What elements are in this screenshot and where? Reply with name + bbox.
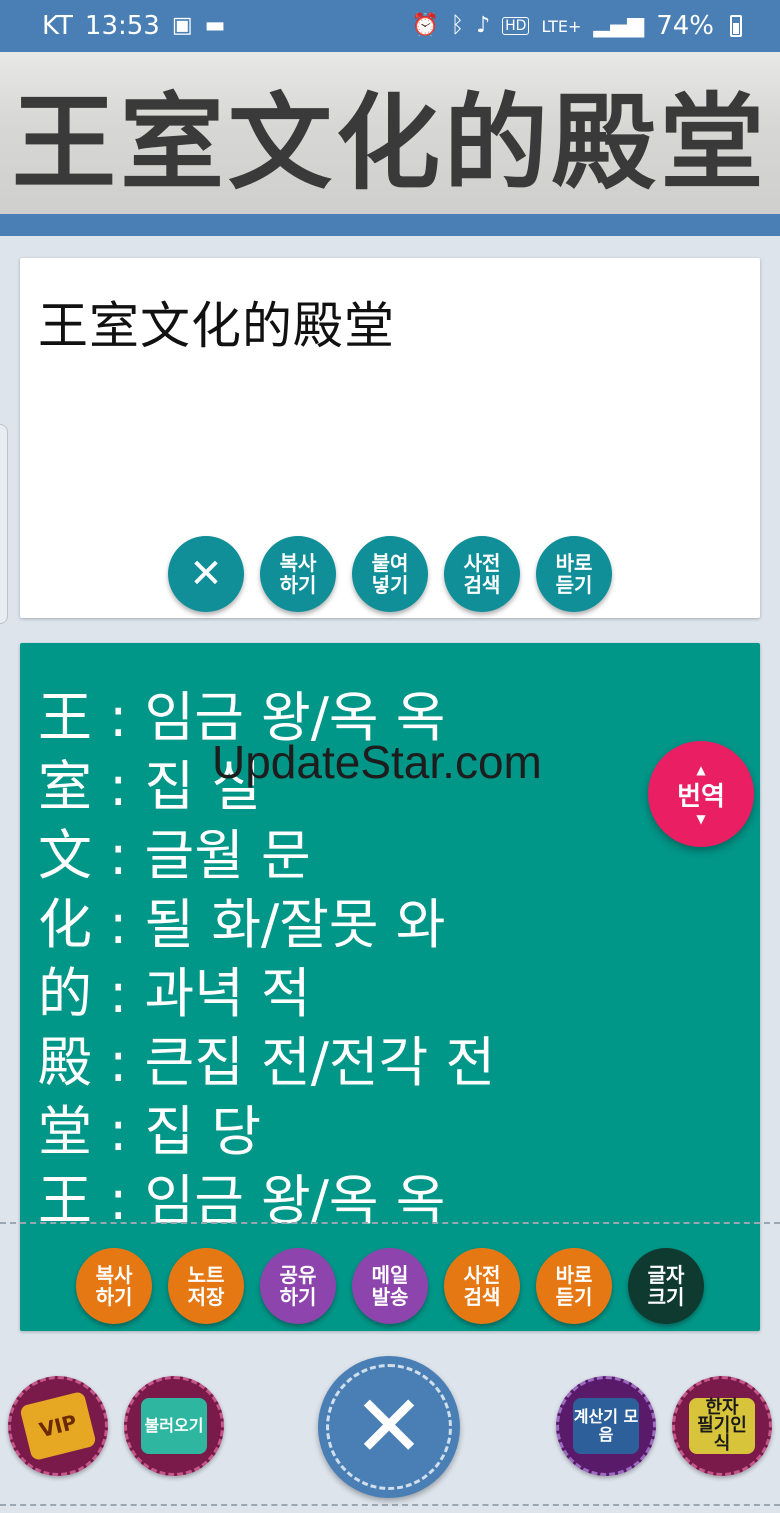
list-item: 文 : 글월 문: [38, 824, 311, 887]
handwriting-recognition-button[interactable]: 한자 필기인식: [672, 1376, 772, 1476]
network-type: LTE+: [541, 16, 582, 36]
input-action-bar: ✕ 복사 하기 붙여 넣기 사전 검색 바로 듣기: [168, 536, 612, 612]
chevron-down-icon: ▼: [696, 811, 706, 826]
calculator-collection-button[interactable]: 계산기 모음: [556, 1376, 656, 1476]
save-note-button[interactable]: 노트 저장: [168, 1248, 244, 1324]
clock: 13:53: [84, 11, 160, 41]
result-dictionary-search-button[interactable]: 사전 검색: [444, 1248, 520, 1324]
mute-icon: ♪: [476, 13, 491, 38]
clear-button[interactable]: ✕: [168, 536, 244, 612]
alarm-icon: ⏰: [411, 13, 439, 38]
listen-button[interactable]: 바로 듣기: [536, 536, 612, 612]
list-item: 堂 : 집 당: [38, 1100, 262, 1163]
load-image-button[interactable]: 불러오기: [124, 1376, 224, 1476]
vip-button[interactable]: VIP: [8, 1376, 108, 1476]
message-icon: ▬: [204, 13, 226, 38]
recognized-text-card[interactable]: 王室文化的殿堂 ✕ 복사 하기 붙여 넣기 사전 검색 바로 듣기: [20, 258, 760, 618]
captured-image[interactable]: 王室文化的殿堂: [0, 52, 780, 214]
font-size-button[interactable]: 글자 크기: [628, 1248, 704, 1324]
calc-label: 계산기 모음: [573, 1398, 639, 1454]
image-icon: ▣: [171, 13, 193, 38]
close-icon: ✕: [352, 1377, 426, 1477]
copy-button[interactable]: 복사 하기: [260, 536, 336, 612]
dictionary-search-button[interactable]: 사전 검색: [444, 536, 520, 612]
list-item: 王 : 임금 왕/옥 옥: [38, 1169, 446, 1232]
close-button[interactable]: ✕: [318, 1356, 460, 1498]
edge-panel-handle[interactable]: [0, 424, 8, 624]
battery-icon: [730, 15, 742, 37]
paste-button[interactable]: 붙여 넣기: [352, 536, 428, 612]
divider: [0, 1504, 780, 1506]
battery-percent: 74%: [656, 11, 714, 41]
banner-divider: [0, 214, 780, 236]
list-item: 的 : 과녁 적: [38, 962, 311, 1025]
divider: [0, 1222, 780, 1224]
carrier-label: KT: [42, 11, 73, 41]
load-label: 불러오기: [141, 1398, 207, 1454]
handwriting-label: 한자 필기인식: [689, 1398, 755, 1454]
recognized-text-input[interactable]: 王室文化的殿堂: [38, 286, 395, 358]
signal-icon: ▂▄▆: [593, 13, 645, 38]
vip-label: VIP: [19, 1390, 97, 1462]
result-action-bar: 복사 하기 노트 저장 공유 하기 메일 발송 사전 검색 바로 듣기 글자 크…: [76, 1248, 704, 1324]
list-item: 化 : 될 화/잘못 와: [38, 893, 446, 956]
watermark: UpdateStar.com: [212, 736, 542, 788]
send-mail-button[interactable]: 메일 발송: [352, 1248, 428, 1324]
result-copy-button[interactable]: 복사 하기: [76, 1248, 152, 1324]
bluetooth-icon: ᛒ: [450, 13, 465, 38]
hd-icon: HD: [502, 17, 530, 35]
captured-image-text: 王室文化的殿堂: [11, 80, 768, 204]
chevron-up-icon: ▲: [696, 762, 706, 777]
translation-result-card: 王 : 임금 왕/옥 옥 室 : 집 실 文 : 글월 문 化 : 될 화/잘못…: [20, 643, 760, 1331]
translate-label: 번역: [677, 781, 725, 812]
list-item: 殿 : 큰집 전/전각 전: [38, 1031, 496, 1094]
translate-button[interactable]: ▲ 번역 ▼: [648, 741, 754, 847]
result-listen-button[interactable]: 바로 듣기: [536, 1248, 612, 1324]
share-button[interactable]: 공유 하기: [260, 1248, 336, 1324]
status-bar: KT 13:53 ▣ ▬ ⏰ ᛒ ♪ HD LTE+ ▂▄▆ 74%: [0, 0, 780, 52]
